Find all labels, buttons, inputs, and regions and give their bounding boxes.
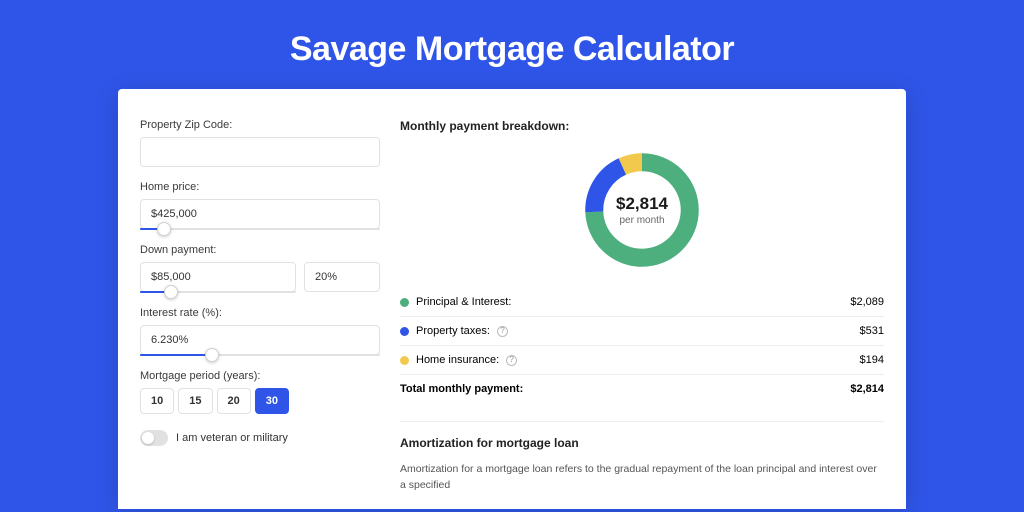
interest-slider-thumb[interactable] — [205, 348, 219, 362]
veteran-label: I am veteran or military — [176, 432, 288, 444]
down-payment-slider-thumb[interactable] — [164, 285, 178, 299]
legend-row: Home insurance:? $194 — [400, 346, 884, 375]
period-button-10[interactable]: 10 — [140, 388, 174, 414]
form-panel: Property Zip Code: Home price: Down paym… — [140, 119, 380, 509]
legend-bullet — [400, 356, 409, 365]
period-button-15[interactable]: 15 — [178, 388, 212, 414]
down-payment-label: Down payment: — [140, 244, 380, 256]
legend-bullet — [400, 327, 409, 336]
home-price-field: Home price: — [140, 181, 380, 230]
donut-chart-wrap: $2,814 per month — [400, 145, 884, 287]
breakdown-title: Monthly payment breakdown: — [400, 119, 884, 133]
down-payment-field: Down payment: — [140, 244, 380, 293]
legend-value: $194 — [860, 354, 884, 366]
legend-value: $2,089 — [850, 296, 884, 308]
home-price-slider[interactable] — [140, 228, 380, 230]
veteran-toggle-knob — [142, 432, 154, 444]
legend-row: Property taxes:? $531 — [400, 317, 884, 346]
legend-total-value: $2,814 — [850, 383, 884, 395]
period-label: Mortgage period (years): — [140, 370, 380, 382]
veteran-row: I am veteran or military — [140, 430, 380, 446]
donut-chart: $2,814 per month — [579, 147, 705, 273]
veteran-toggle[interactable] — [140, 430, 168, 446]
legend-left: Home insurance:? — [400, 354, 517, 366]
down-payment-pct-input[interactable] — [304, 262, 380, 292]
period-button-30[interactable]: 30 — [255, 388, 289, 414]
info-icon[interactable]: ? — [506, 355, 517, 366]
amortization-section: Amortization for mortgage loan Amortizat… — [400, 421, 884, 494]
interest-input[interactable] — [140, 325, 380, 355]
home-price-input[interactable] — [140, 199, 380, 229]
results-panel: Monthly payment breakdown: $2,814 per mo… — [400, 119, 884, 509]
legend-left: Principal & Interest: — [400, 296, 511, 308]
period-button-20[interactable]: 20 — [217, 388, 251, 414]
period-field: Mortgage period (years): 10152030 — [140, 370, 380, 414]
legend-left: Property taxes:? — [400, 325, 508, 337]
interest-field: Interest rate (%): — [140, 307, 380, 356]
interest-slider-fill — [140, 354, 212, 356]
period-button-group: 10152030 — [140, 388, 380, 414]
zip-label: Property Zip Code: — [140, 119, 380, 131]
home-price-slider-thumb[interactable] — [157, 222, 171, 236]
down-payment-slider[interactable] — [140, 291, 296, 293]
calculator-card: Property Zip Code: Home price: Down paym… — [118, 89, 906, 509]
legend-total-row: Total monthly payment: $2,814 — [400, 375, 884, 403]
zip-input[interactable] — [140, 137, 380, 167]
amortization-text: Amortization for a mortgage loan refers … — [400, 462, 884, 494]
legend-bullet — [400, 298, 409, 307]
legend-label: Principal & Interest: — [416, 296, 511, 308]
page-title: Savage Mortgage Calculator — [0, 0, 1024, 89]
interest-label: Interest rate (%): — [140, 307, 380, 319]
info-icon[interactable]: ? — [497, 326, 508, 337]
amortization-title: Amortization for mortgage loan — [400, 436, 884, 450]
legend: Principal & Interest: $2,089 Property taxe… — [400, 287, 884, 403]
down-payment-input[interactable] — [140, 262, 296, 292]
interest-slider[interactable] — [140, 354, 380, 356]
legend-value: $531 — [860, 325, 884, 337]
donut-center: $2,814 per month — [579, 147, 705, 273]
donut-center-value: $2,814 — [616, 194, 668, 214]
legend-label: Home insurance: — [416, 354, 499, 366]
donut-center-sub: per month — [619, 215, 664, 226]
legend-label: Property taxes: — [416, 325, 490, 337]
legend-row: Principal & Interest: $2,089 — [400, 288, 884, 317]
home-price-label: Home price: — [140, 181, 380, 193]
zip-field: Property Zip Code: — [140, 119, 380, 167]
legend-total-label: Total monthly payment: — [400, 383, 523, 395]
